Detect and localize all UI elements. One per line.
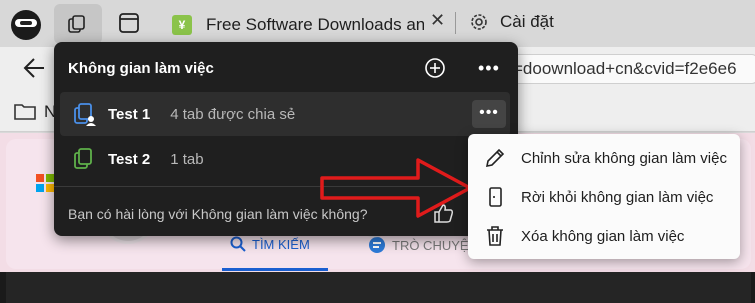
menu-item-label: Rời khỏi không gian làm việc [521, 188, 714, 206]
chat-icon [369, 237, 385, 253]
trash-icon [487, 226, 503, 246]
menu-item-edit-workspace[interactable]: Chỉnh sửa không gian làm việc [468, 140, 740, 176]
search-tab-label: TÌM KIẾM [252, 236, 310, 252]
menu-item-leave-workspace[interactable]: Rời khỏi không gian làm việc [468, 179, 740, 215]
page-bottom-panel [6, 272, 751, 303]
workspaces-popup-title: Không gian làm việc [68, 60, 214, 77]
tab-settings[interactable]: Cài đặt [468, 11, 554, 33]
tab-separator [455, 12, 456, 34]
pencil-icon [485, 148, 505, 168]
site-favicon-icon: ¥ [172, 15, 192, 35]
shared-workspace-icon [74, 103, 96, 126]
address-bar[interactable]: =doownload+cn&cvid=f2e6e6 [508, 54, 755, 84]
folder-icon[interactable] [14, 102, 36, 120]
leave-icon [489, 187, 502, 207]
microsoft-logo-icon [36, 174, 54, 192]
workspace-icon [74, 148, 92, 169]
workspace-info: 4 tab được chia sẻ [170, 105, 296, 123]
workspace-info: 1 tab [170, 150, 204, 168]
red-arrow-annotation [320, 158, 472, 218]
workspace-name: Test 2 [108, 150, 151, 168]
search-tab-underline [222, 268, 328, 271]
menu-item-label: Xóa không gian làm việc [521, 227, 685, 245]
tab-actions-icon[interactable] [118, 12, 140, 34]
chat-tab[interactable]: TRÒ CHUYỆN [368, 236, 478, 254]
workspace-context-menu: Chỉnh sửa không gian làm việc Rời khỏi k… [468, 134, 740, 259]
popup-more-options-icon[interactable]: ••• [478, 58, 500, 79]
profile-avatar[interactable] [11, 10, 41, 40]
gear-icon [471, 14, 487, 30]
workspaces-icon [68, 15, 85, 33]
workspace-item-test-1[interactable]: Test 1 4 tab được chia sẻ ••• [60, 92, 510, 136]
workspaces-button[interactable] [54, 4, 102, 44]
search-icon [230, 236, 246, 252]
workspace-more-options-button[interactable]: ••• [472, 100, 506, 128]
chat-tab-label: TRÒ CHUYỆN [392, 237, 478, 253]
tab-close-icon[interactable]: ✕ [430, 10, 445, 31]
menu-item-delete-workspace[interactable]: Xóa không gian làm việc [468, 218, 740, 254]
tab-strip: ¥ Free Software Downloads and Re ✕ Cài đ… [0, 0, 755, 47]
menu-item-label: Chỉnh sửa không gian làm việc [521, 149, 727, 167]
search-tab[interactable]: TÌM KIẾM [230, 236, 310, 252]
add-workspace-icon[interactable] [424, 57, 446, 79]
tab-free-software[interactable]: ¥ Free Software Downloads and Re [164, 6, 450, 44]
back-arrow-icon[interactable] [22, 57, 46, 79]
workspace-name: Test 1 [108, 105, 151, 123]
tab-settings-label: Cài đặt [500, 12, 554, 31]
tab-title: Free Software Downloads and Re [206, 15, 424, 34]
